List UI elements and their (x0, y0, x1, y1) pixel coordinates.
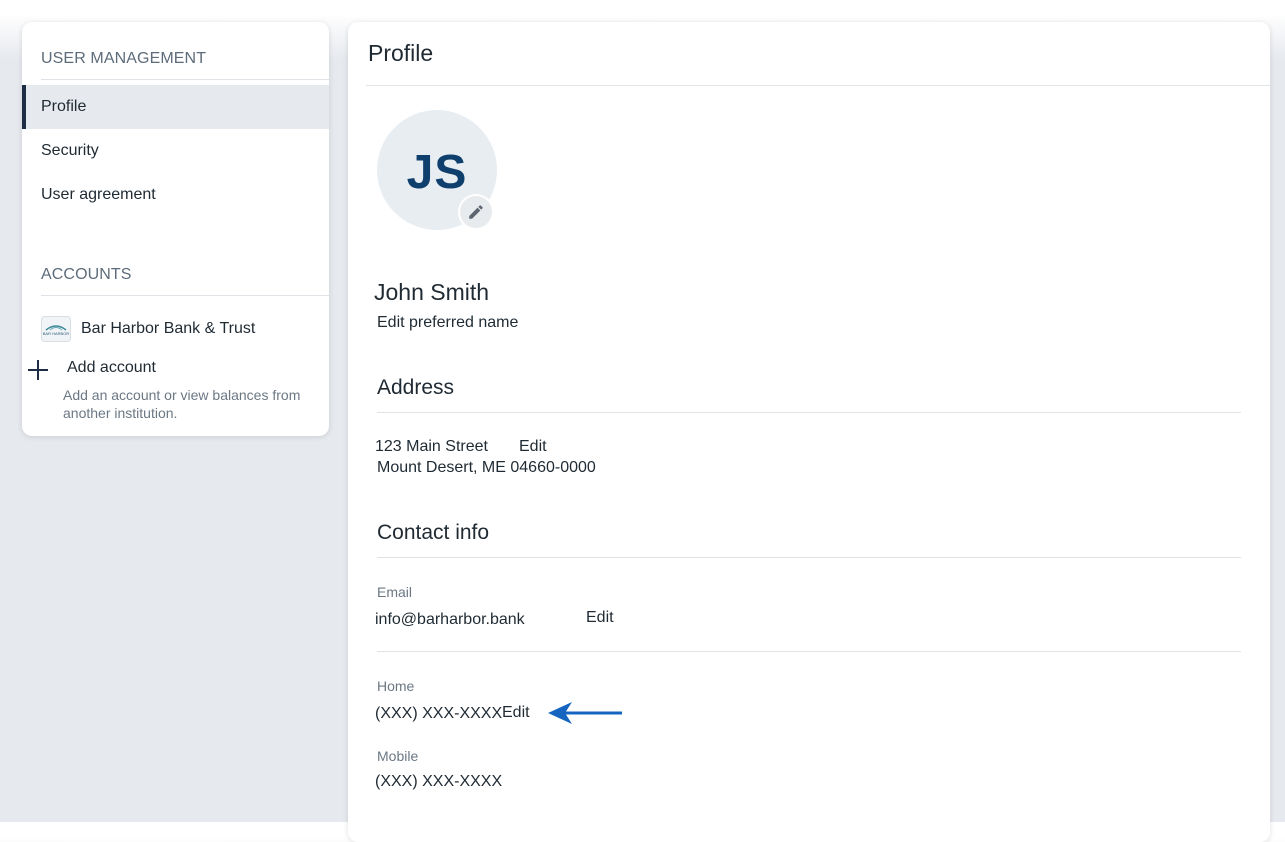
bank-logo: BAR HARBOR (41, 316, 71, 342)
bank-logo-text: BAR HARBOR (42, 330, 70, 336)
sidebar-item-label: Security (41, 142, 99, 159)
contact-info-heading: Contact info (377, 521, 490, 544)
home-phone-value: (XXX) XXX-XXXX (375, 705, 503, 722)
email-value: info@barharbor.bank (375, 611, 525, 628)
user-name: John Smith (374, 279, 490, 305)
home-phone-edit-link[interactable]: Edit (502, 704, 530, 722)
home-phone-label: Home (377, 678, 415, 694)
add-account-title: Add account (67, 359, 156, 376)
address-heading: Address (377, 376, 455, 399)
avatar-initials: JS (406, 145, 468, 199)
sidebar-item-label: User agreement (41, 186, 156, 203)
sidebar-item-profile[interactable]: Profile (22, 85, 329, 129)
avatar-edit-button[interactable] (458, 194, 494, 230)
mobile-phone-value: (XXX) XXX-XXXX (375, 773, 503, 790)
divider (377, 412, 1241, 413)
accounts-heading: ACCOUNTS (41, 266, 132, 283)
page-title: Profile (368, 40, 434, 66)
pencil-icon (469, 205, 483, 219)
email-label: Email (377, 584, 413, 600)
mobile-phone-label: Mobile (377, 748, 419, 764)
divider (41, 79, 329, 80)
account-name: Bar Harbor Bank & Trust (81, 320, 256, 337)
divider (377, 557, 1241, 558)
account-item-bar-harbor[interactable]: BAR HARBOR Bar Harbor Bank & Trust (41, 316, 255, 342)
sidebar-item-label: Profile (41, 98, 87, 115)
sidebar-item-security[interactable]: Security (22, 129, 329, 173)
edit-preferred-name-link[interactable]: Edit preferred name (377, 314, 518, 332)
email-edit-link[interactable]: Edit (586, 609, 614, 627)
add-account-description: Add an account or view balances from ano… (63, 387, 301, 421)
divider (41, 295, 329, 296)
divider (366, 85, 1270, 86)
divider (377, 651, 1241, 652)
arrow-left-icon (548, 702, 622, 724)
plus-icon (28, 360, 48, 380)
profile-panel: Profile JS John Smith Edit preferred nam… (348, 22, 1270, 842)
user-management-heading: USER MANAGEMENT (41, 50, 207, 67)
sidebar: USER MANAGEMENT Profile Security User ag… (22, 22, 329, 436)
bank-logo-roof-icon (45, 324, 67, 331)
address-edit-link[interactable]: Edit (519, 438, 547, 456)
sidebar-item-user-agreement[interactable]: User agreement (22, 173, 329, 217)
address-line2: Mount Desert, ME 04660-0000 (377, 459, 596, 476)
address-line1: 123 Main Street (375, 438, 488, 455)
